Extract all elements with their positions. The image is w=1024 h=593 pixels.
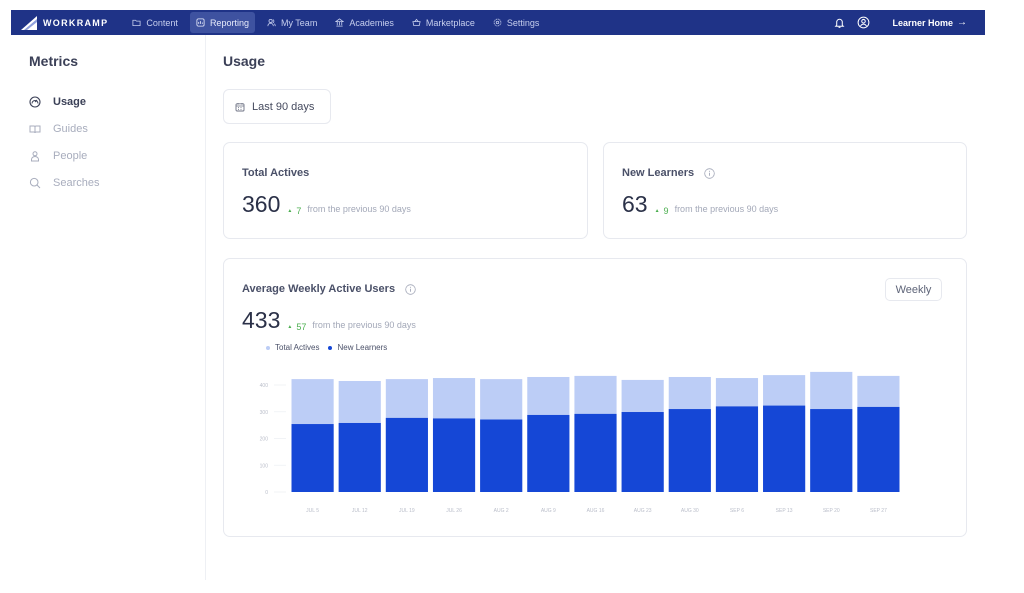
folder-icon bbox=[132, 18, 141, 27]
user-profile-icon[interactable] bbox=[856, 16, 870, 30]
bar-new-learners[interactable] bbox=[763, 405, 806, 492]
bar-new-learners[interactable] bbox=[338, 422, 381, 492]
bar-new-learners[interactable] bbox=[480, 419, 523, 492]
bar-new-learners[interactable] bbox=[385, 417, 428, 492]
nav-item-label: Academies bbox=[349, 17, 394, 28]
bar-new-learners[interactable] bbox=[527, 414, 570, 492]
x-tick-label: AUG 30 bbox=[681, 508, 699, 514]
card-title: Total Actives bbox=[242, 167, 309, 179]
search-icon bbox=[29, 177, 41, 189]
nav-item-my-team[interactable]: My Team bbox=[261, 12, 323, 33]
nav-item-settings[interactable]: Settings bbox=[487, 12, 546, 33]
delta-badge: ▲ 7 bbox=[287, 206, 301, 216]
x-tick-label: JUL 19 bbox=[399, 508, 415, 514]
new-learners-title: New Learners bbox=[622, 167, 695, 179]
date-range-label: Last 90 days bbox=[252, 100, 315, 113]
x-tick-label: JUL 12 bbox=[352, 508, 368, 514]
info-icon[interactable] bbox=[704, 167, 715, 179]
x-tick-label: SEP 6 bbox=[730, 508, 744, 514]
brand-name: WORKRAMP bbox=[43, 17, 109, 28]
sidebar-title: Metrics bbox=[29, 53, 79, 69]
nav-item-marketplace[interactable]: Marketplace bbox=[406, 12, 481, 33]
nav-item-label: Marketplace bbox=[425, 17, 475, 28]
y-tick-label: 100 bbox=[260, 463, 269, 469]
bar-new-learners[interactable] bbox=[857, 406, 900, 492]
total-actives-card: Total Actives 360 ▲ 7 from the previous … bbox=[223, 142, 588, 239]
sidebar-item-guides[interactable]: Guides bbox=[29, 121, 88, 137]
y-tick-label: 200 bbox=[260, 437, 269, 443]
date-range-button[interactable]: Last 90 days bbox=[223, 89, 331, 124]
sidebar-item-label: Usage bbox=[53, 96, 87, 108]
workramp-logo[interactable]: WORKRAMP bbox=[21, 15, 109, 30]
new-learners-card: New Learners 63 ▲ 9 from the previous 90… bbox=[603, 142, 967, 239]
x-tick-label: JUL 26 bbox=[446, 508, 462, 514]
team-icon bbox=[267, 18, 276, 27]
delta-description: from the previous 90 days bbox=[674, 204, 779, 214]
y-tick-label: 400 bbox=[260, 383, 269, 389]
learner-home-link[interactable]: Learner Home → bbox=[892, 17, 967, 28]
person-icon bbox=[29, 150, 41, 162]
x-tick-label: AUG 23 bbox=[634, 508, 652, 514]
metrics-sidebar: Metrics Usage Guides People Searches bbox=[11, 35, 206, 580]
sidebar-item-label: Guides bbox=[53, 123, 88, 135]
sidebar-item-label: People bbox=[53, 150, 88, 162]
x-tick-label: AUG 16 bbox=[587, 508, 605, 514]
learner-home-label: Learner Home bbox=[892, 17, 953, 28]
weekly-active-users-chart: 0 100 200 300 400 JUL 5 JUL 12 JUL 19 JUL 26 AUG … bbox=[260, 371, 900, 514]
total-actives-title: Total Actives bbox=[242, 167, 310, 179]
nav-item-label: My Team bbox=[280, 17, 318, 28]
page-title: Usage bbox=[223, 53, 266, 69]
top-navigation-bar: WORKRAMP Content Reporting My Team Acade… bbox=[11, 10, 985, 35]
sidebar-item-usage[interactable]: Usage bbox=[29, 94, 86, 110]
delta-value: 7 bbox=[296, 206, 302, 216]
delta-description: from the previous 90 days bbox=[307, 204, 411, 214]
sidebar-item-people[interactable]: People bbox=[29, 148, 87, 164]
marketplace-icon bbox=[412, 18, 421, 27]
x-tick-label: AUG 2 bbox=[494, 508, 509, 514]
y-tick-label: 0 bbox=[265, 490, 268, 496]
academy-icon bbox=[335, 18, 345, 27]
x-tick-label: JUL 5 bbox=[306, 508, 319, 514]
nav-item-academies[interactable]: Academies bbox=[329, 12, 400, 33]
x-tick-label: SEP 27 bbox=[870, 508, 887, 514]
y-tick-label: 300 bbox=[260, 410, 269, 416]
stat-row: 360 ▲ 7 from the previous 90 days bbox=[242, 191, 411, 218]
bar-new-learners[interactable] bbox=[810, 409, 853, 492]
bar-new-learners[interactable] bbox=[291, 424, 334, 492]
nav-item-label: Reporting bbox=[209, 17, 249, 28]
arrow-right-icon: → bbox=[957, 17, 967, 28]
x-tick-label: SEP 20 bbox=[823, 508, 840, 514]
gear-icon bbox=[493, 18, 502, 27]
bell-icon[interactable] bbox=[832, 16, 846, 30]
delta-value: 9 bbox=[663, 206, 669, 216]
bar-new-learners[interactable] bbox=[715, 406, 759, 492]
total-actives-value: 360 bbox=[242, 191, 281, 217]
bar-new-learners[interactable] bbox=[668, 409, 711, 492]
nav-item-label: Content bbox=[146, 17, 178, 28]
weekly-active-users-card: Average Weekly Active Users Weekly 433 ▲… bbox=[223, 258, 967, 537]
delta-badge: ▲ 9 bbox=[655, 206, 669, 216]
topbar-actions: Learner Home → bbox=[822, 16, 967, 30]
x-tick-label: SEP 13 bbox=[776, 508, 793, 514]
bar-new-learners[interactable] bbox=[574, 413, 617, 492]
card-title: New Learners bbox=[622, 167, 715, 179]
stat-row: 63 ▲ 9 from the previous 90 days bbox=[622, 191, 778, 218]
arrow-up-icon: ▲ bbox=[654, 208, 660, 214]
report-icon bbox=[196, 18, 205, 27]
new-learners-value: 63 bbox=[622, 191, 648, 217]
bar-new-learners[interactable] bbox=[621, 412, 664, 492]
nav-item-reporting[interactable]: Reporting bbox=[189, 12, 255, 33]
workramp-ramp-icon bbox=[21, 15, 37, 30]
sidebar-item-label: Searches bbox=[53, 177, 100, 189]
book-icon bbox=[29, 123, 41, 135]
nav-item-content[interactable]: Content bbox=[126, 12, 184, 33]
arrow-up-icon: ▲ bbox=[287, 208, 293, 214]
calendar-icon bbox=[235, 102, 245, 111]
sidebar-item-searches[interactable]: Searches bbox=[29, 175, 99, 191]
bar-new-learners[interactable] bbox=[432, 418, 476, 492]
gauge-icon bbox=[29, 96, 41, 108]
x-tick-label: AUG 9 bbox=[541, 508, 556, 514]
nav-item-label: Settings bbox=[506, 17, 540, 28]
